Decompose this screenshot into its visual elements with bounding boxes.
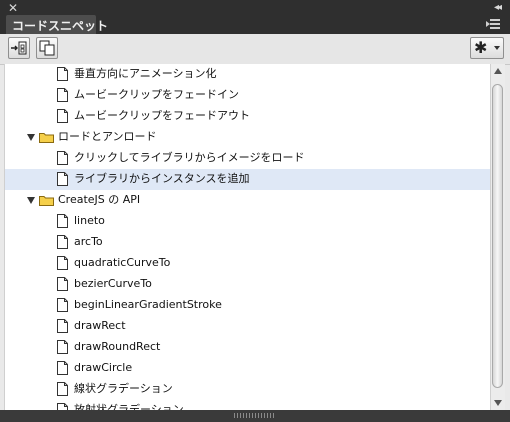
panel-menu-icon[interactable]: [486, 18, 500, 30]
panel-resize-bar[interactable]: [0, 410, 510, 422]
document-icon: [57, 88, 68, 102]
document-icon: [57, 109, 68, 123]
tree-snippet-label: arcTo: [74, 235, 103, 248]
tab-label: コードスニペット: [12, 19, 109, 33]
tree-folder-label: CreateJS の API: [58, 193, 141, 206]
tree-folder-row[interactable]: ロードとアンロード: [5, 127, 491, 148]
tree-snippet-row[interactable]: ムービークリップをフェードイン: [5, 85, 491, 106]
copy-to-clipboard-icon: [39, 40, 55, 56]
tab-code-snippets[interactable]: コードスニペット: [6, 15, 108, 34]
tree-snippet-row[interactable]: クリックしてライブラリからイメージをロード: [5, 148, 491, 169]
tree-snippet-label: beginLinearGradientStroke: [74, 298, 222, 311]
tree-snippet-label: ムービークリップをフェードイン: [74, 88, 239, 101]
scrollbar-thumb[interactable]: [492, 84, 503, 388]
panel-menu-line: [490, 23, 500, 25]
tree-snippet-label: 放射状グラデーション: [74, 403, 184, 410]
document-icon: [57, 382, 68, 396]
tree-snippet-row[interactable]: 放射状グラデーション: [5, 400, 491, 410]
tree-folder-row[interactable]: CreateJS の API: [5, 190, 491, 211]
tree-snippet-row[interactable]: ライブラリからインスタンスを追加: [5, 169, 491, 190]
document-icon: [57, 67, 68, 81]
tree-snippet-label: quadraticCurveTo: [74, 256, 171, 269]
close-icon[interactable]: ✕: [8, 2, 18, 14]
document-icon: [57, 277, 68, 291]
document-icon: [57, 298, 68, 312]
tree-snippet-label: クリックしてライブラリからイメージをロード: [74, 151, 305, 164]
vertical-scrollbar[interactable]: [490, 64, 505, 410]
tree-snippet-label: drawRoundRect: [74, 340, 161, 353]
add-to-timeline-icon: [11, 41, 27, 55]
tree-snippet-label: ライブラリからインスタンスを追加: [74, 172, 250, 185]
document-icon: [57, 361, 68, 375]
document-icon: [57, 151, 68, 165]
tree-snippet-row[interactable]: arcTo: [5, 232, 491, 253]
code-snippets-panel: ✕ ◂◂ コードスニペット ✱ 垂直方向にアニメーション化 ムービークリップをフ…: [0, 0, 510, 422]
tree-snippet-row[interactable]: quadraticCurveTo: [5, 253, 491, 274]
document-icon: [57, 256, 68, 270]
scroll-up-arrow-icon[interactable]: [494, 68, 502, 74]
scroll-down-arrow-icon[interactable]: [494, 400, 502, 406]
tree-snippet-row[interactable]: ムービークリップをフェードアウト: [5, 106, 491, 127]
tree-folder-label: ロードとアンロード: [58, 130, 157, 143]
tree-snippet-label: ムービークリップをフェードアウト: [74, 109, 250, 122]
toolbar: ✱: [0, 34, 510, 65]
panel-menu-line: [490, 27, 500, 29]
folder-icon: [39, 133, 54, 143]
panel-title-bar: ✕ ◂◂ コードスニペット: [0, 0, 510, 34]
tree-snippet-label: 線状グラデーション: [74, 382, 173, 395]
tree-snippet-row[interactable]: drawCircle: [5, 358, 491, 379]
resize-grip-icon[interactable]: [234, 413, 274, 418]
tree-snippet-row[interactable]: 線状グラデーション: [5, 379, 491, 400]
tree-snippet-label: lineto: [74, 214, 105, 227]
gear-icon: ✱: [474, 38, 488, 57]
document-icon: [57, 172, 68, 186]
tree-snippet-row[interactable]: drawRoundRect: [5, 337, 491, 358]
tree-snippet-row[interactable]: drawRect: [5, 316, 491, 337]
panel-menu-line: [490, 19, 500, 21]
chevron-down-icon: [494, 46, 500, 50]
tree-snippet-label: drawCircle: [74, 361, 133, 374]
collapse-icon[interactable]: ◂◂: [494, 2, 502, 14]
tree-snippet-row[interactable]: 垂直方向にアニメーション化: [5, 64, 491, 85]
disclosure-triangle-icon[interactable]: [27, 197, 35, 204]
disclosure-triangle-icon[interactable]: [27, 134, 35, 141]
document-icon: [57, 235, 68, 249]
snippet-tree: 垂直方向にアニメーション化ムービークリップをフェードイン ムービークリップをフェー…: [4, 64, 491, 410]
options-button[interactable]: ✱: [470, 37, 504, 59]
document-icon: [57, 214, 68, 228]
tree-snippet-row[interactable]: beginLinearGradientStroke: [5, 295, 491, 316]
tree-snippet-label: bezierCurveTo: [74, 277, 152, 290]
tree-snippet-row[interactable]: bezierCurveTo: [5, 274, 491, 295]
document-icon: [57, 319, 68, 333]
add-to-current-frame-button[interactable]: [8, 37, 30, 59]
folder-icon: [39, 196, 54, 206]
document-icon: [57, 403, 68, 410]
tree-snippet-label: 垂直方向にアニメーション化: [74, 67, 217, 80]
document-icon: [57, 340, 68, 354]
tree-snippet-label: drawRect: [74, 319, 126, 332]
tree-snippet-row[interactable]: lineto: [5, 211, 491, 232]
copy-to-clipboard-button[interactable]: [36, 37, 58, 59]
